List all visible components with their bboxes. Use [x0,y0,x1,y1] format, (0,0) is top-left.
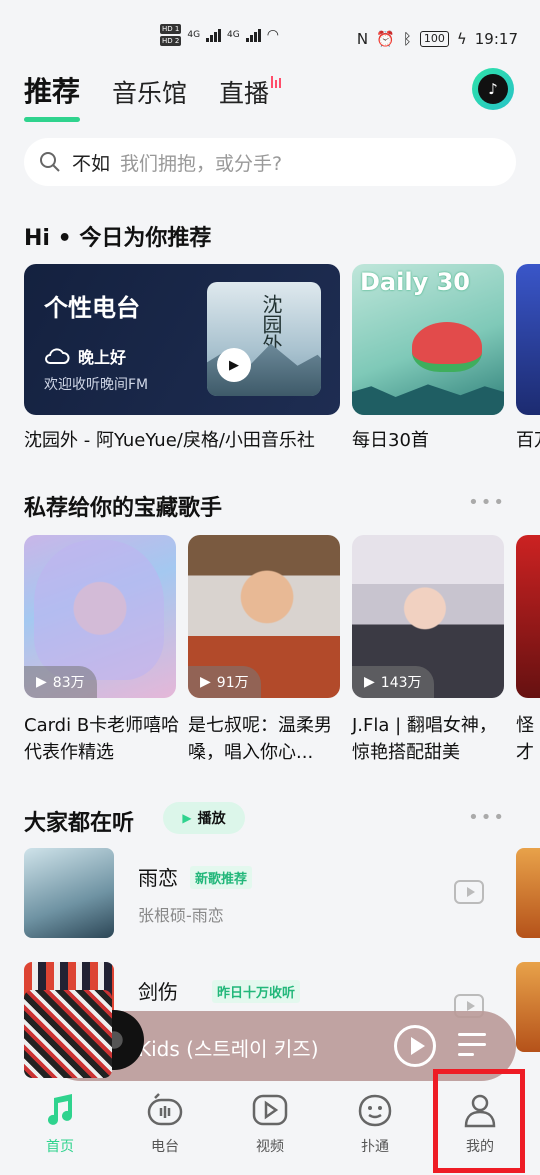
nfc-icon: N [356,30,369,48]
watermelon-art [412,322,482,372]
singer-card-peek[interactable] [516,535,540,698]
listening-section-title: 大家都在听 [24,811,135,836]
nav-label: 首页 [46,1139,74,1155]
tab-music-hall[interactable]: 音乐馆 [112,74,187,110]
wave-art [352,384,504,415]
search-bar[interactable]: 不如 我们拥抱，或分手? [24,138,516,186]
radio-icon [145,1090,185,1130]
singer-card-cardi-b[interactable]: ▶ 83万 [24,535,176,698]
singer-caption[interactable]: 怪才写印 [516,712,540,766]
play-icon: ▶ [364,674,375,690]
alarm-icon: ⏰ [376,30,395,48]
signal-group: HD 1 HD 2 4G 4G ◠ [160,24,279,46]
radio-cover: 沈园外 ▶ [207,282,321,396]
network-label-2: 4G [227,30,240,40]
play-count-value: 91万 [216,675,249,691]
singer-card-qishu[interactable]: ▶ 91万 [188,535,340,698]
play-all-button[interactable]: ▶ 播放 [163,802,245,834]
tab-live[interactable]: 直播 [219,74,282,110]
network-label: 4G [187,30,201,40]
rec-caption-peek[interactable]: 百万 [516,426,540,452]
play-count: ▶ 143万 [352,666,434,698]
signal-icon [206,28,222,42]
song-tag: 新歌推荐 [190,866,253,889]
personal-radio-card[interactable]: 个性电台 晚上好 欢迎收听晚间FM 沈园外 ▶ [24,264,340,415]
bluetooth-icon: ᛒ [402,30,412,48]
play-count: ▶ 83万 [24,666,97,698]
song-artist: 张根硕-雨恋 [138,906,224,925]
nav-radio[interactable]: 电台 [130,1090,200,1156]
play-icon: ▶ [182,811,192,825]
nav-video[interactable]: 视频 [235,1090,305,1156]
peek-song-cover[interactable] [516,848,540,938]
singer-card-jfla[interactable]: ▶ 143万 [352,535,504,698]
video-icon[interactable] [454,880,484,904]
play-count-value: 83万 [52,675,85,691]
search-icon [40,152,60,172]
signal-icon-2 [245,28,261,42]
nav-label: 视频 [256,1139,284,1155]
nav-home[interactable]: 首页 [25,1090,95,1156]
search-placeholder: 我们拥抱，或分手? [120,152,283,175]
charging-icon: ϟ [456,30,467,48]
radio-greeting: 晚上好 [78,348,127,367]
song-cover [24,848,114,938]
live-indicator-icon [271,76,282,88]
status-right: N ⏰ ᛒ 100 ϟ 19:17 [357,30,518,48]
singer-art [34,540,164,680]
singers-more-icon[interactable]: ••• [468,492,506,513]
singer-caption[interactable]: J.Fla | 翻唱女神，惊艳搭配甜美 [352,712,508,766]
clock: 19:17 [474,30,518,48]
peek-song-cover[interactable] [516,962,540,1052]
play-button[interactable] [394,1025,436,1067]
music-recognition-button[interactable]: ♪ [472,68,514,110]
listening-more-icon[interactable]: ••• [468,807,506,828]
singer-caption[interactable]: Cardi B卡老师嘻哈代表作精选 [24,712,180,766]
now-playing-title: Kids (스트레이 키즈) [138,1037,319,1061]
greeting-row: 晚上好 [44,344,126,368]
song-tag: 昨日十万收听 [212,980,301,1003]
music-note-icon: ♪ [478,74,508,104]
battery-icon: 100 [419,31,449,47]
sim-badges: HD 1 HD 2 [160,24,182,46]
play-icon: ▶ [200,674,211,690]
sim2-badge: HD 2 [160,36,182,46]
search-query: 不如 [72,152,111,175]
radio-title: 个性电台 [44,294,140,322]
nav-label: 电台 [151,1139,179,1155]
daily-30-card[interactable]: Daily 30 [352,264,504,415]
singers-section-title: 私荐给你的宝藏歌手 [24,496,223,521]
rec-caption-radio[interactable]: 沈园外 - 阿YueYue/戾格/小田音乐社 [24,426,315,452]
status-bar: HD 1 HD 2 4G 4G ◠ N ⏰ ᛒ 100 ϟ 19:17 [0,0,540,60]
singer-caption[interactable]: 是七叔呢：温柔男嗓，唱入你心... [188,712,344,766]
rec-section-title: Hi • 今日为你推荐 [24,226,212,251]
highlight-box [433,1069,525,1173]
cloud-icon [45,348,70,364]
playlist-icon[interactable] [458,1029,490,1063]
putong-icon [355,1090,395,1130]
play-icon: ▶ [36,674,47,690]
radio-subtitle: 欢迎收听晚间FM [44,377,149,393]
video-icon [250,1090,290,1130]
wifi-icon: ◠ [266,27,279,43]
play-count: ▶ 91万 [188,666,261,698]
nav-label: 扑通 [361,1139,389,1155]
song-row[interactable]: 雨恋 新歌推荐 张根硕-雨恋 [24,848,494,938]
now-playing-cover[interactable] [24,990,112,1078]
tab-live-label: 直播 [219,79,270,108]
nav-putong[interactable]: 扑通 [340,1090,410,1156]
music-note-icon [40,1090,80,1130]
play-icon[interactable]: ▶ [217,348,251,382]
play-all-label: 播放 [197,811,226,827]
rec-caption-daily[interactable]: 每日30首 [352,426,429,452]
song-title: 雨恋 [138,866,178,890]
tab-recommend[interactable]: 推荐 [24,70,81,122]
daily-badge: Daily 30 [360,268,470,296]
song-title: 剑伤 [138,980,178,1004]
top-tabs: 推荐 音乐馆 直播 [24,70,282,122]
peek-card[interactable] [516,264,540,415]
sim1-badge: HD 1 [160,24,182,34]
play-count-value: 143万 [380,675,422,691]
